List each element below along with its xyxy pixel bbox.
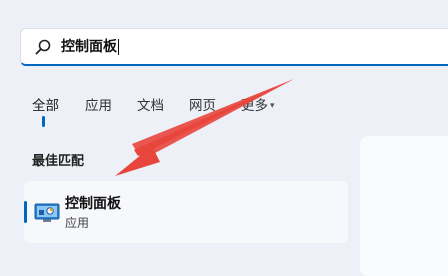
search-box[interactable]: 控制面板 <box>20 28 448 66</box>
chevron-down-icon: ▾ <box>270 101 275 111</box>
search-input[interactable]: 控制面板 <box>61 35 119 59</box>
result-title: 控制面板 <box>65 196 121 212</box>
preview-panel <box>360 136 448 276</box>
tab-web[interactable]: 网页 <box>189 94 216 114</box>
section-title-best-match: 最佳匹配 <box>32 154 85 169</box>
result-selected-indicator <box>24 201 27 223</box>
result-subtitle: 应用 <box>65 216 90 230</box>
tab-all[interactable]: 全部 <box>32 94 59 114</box>
control-panel-icon <box>34 203 60 223</box>
tab-active-indicator <box>42 116 45 127</box>
search-icon <box>35 39 51 55</box>
tab-documents[interactable]: 文档 <box>137 94 164 114</box>
search-input-value: 控制面板 <box>61 39 117 55</box>
tab-apps[interactable]: 应用 <box>85 94 112 114</box>
text-caret <box>118 39 119 55</box>
tab-more-label: 更多 <box>241 98 268 114</box>
tab-more[interactable]: 更多 ▾ <box>241 94 275 114</box>
result-control-panel[interactable]: 控制面板 应用 <box>24 181 348 243</box>
